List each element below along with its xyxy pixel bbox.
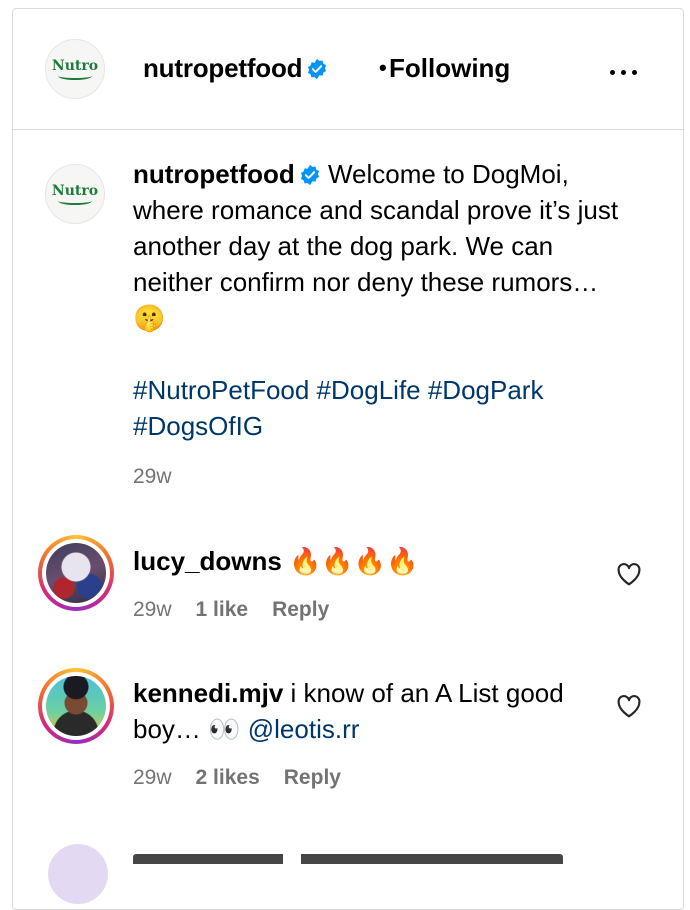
verified-badge-icon [300, 164, 319, 186]
comment-text: lucy_downs 🔥🔥🔥🔥 [133, 543, 573, 579]
comment-username[interactable]: kennedi.mjv [133, 678, 283, 708]
following-button[interactable]: Following [389, 53, 510, 84]
comment-username[interactable]: lucy_downs [133, 546, 282, 576]
header-username-wrap: nutropetfood [143, 53, 328, 84]
comment-timestamp[interactable]: 29w [133, 766, 172, 790]
nutro-logo-text: Nutro [51, 182, 99, 199]
caption-username[interactable]: nutropetfood [133, 159, 295, 189]
comment-avatar[interactable] [38, 668, 114, 744]
comment-text: kennedi.mjv i know of an A List good boy… [133, 675, 573, 747]
next-comment-avatar[interactable] [48, 844, 108, 904]
header-username[interactable]: nutropetfood [143, 53, 303, 83]
like-heart-icon[interactable] [616, 694, 642, 718]
avatar-photo [46, 543, 106, 603]
caption-hashtags[interactable]: #NutroPetFood #DogLife #DogPark #DogsOfI… [133, 372, 633, 444]
partial-comment-placeholder [133, 850, 563, 864]
follow-separator: • [379, 55, 387, 80]
avatar-photo [46, 676, 106, 736]
post-caption: nutropetfood Welcome to DogMoi, where ro… [133, 156, 633, 336]
logo-swoosh [58, 72, 92, 80]
mention-link[interactable]: @leotis.rr [248, 714, 360, 744]
comment-likes[interactable]: 2 likes [196, 766, 260, 790]
caption-timestamp[interactable]: 29w [133, 465, 172, 489]
comment-avatar[interactable] [38, 535, 114, 611]
verified-badge-icon [308, 58, 327, 80]
comment-body: 🔥🔥🔥🔥 [289, 546, 419, 576]
logo-swoosh [58, 197, 92, 205]
reply-button[interactable]: Reply [272, 598, 329, 622]
caption-avatar[interactable]: Nutro [45, 164, 105, 224]
like-heart-icon[interactable] [616, 562, 642, 586]
post-panel: Nutro nutropetfood • Following Nutro [12, 8, 684, 910]
reply-button[interactable]: Reply [284, 766, 341, 790]
comment-meta: 29w 1 like Reply [133, 598, 329, 622]
comment-timestamp[interactable]: 29w [133, 598, 172, 622]
nutro-logo-text: Nutro [51, 57, 99, 74]
more-options-icon[interactable] [610, 65, 646, 79]
post-header: Nutro nutropetfood • Following [13, 9, 683, 130]
comment-likes[interactable]: 1 like [196, 598, 249, 622]
comment-meta: 29w 2 likes Reply [133, 766, 341, 790]
profile-avatar[interactable]: Nutro [45, 39, 105, 99]
